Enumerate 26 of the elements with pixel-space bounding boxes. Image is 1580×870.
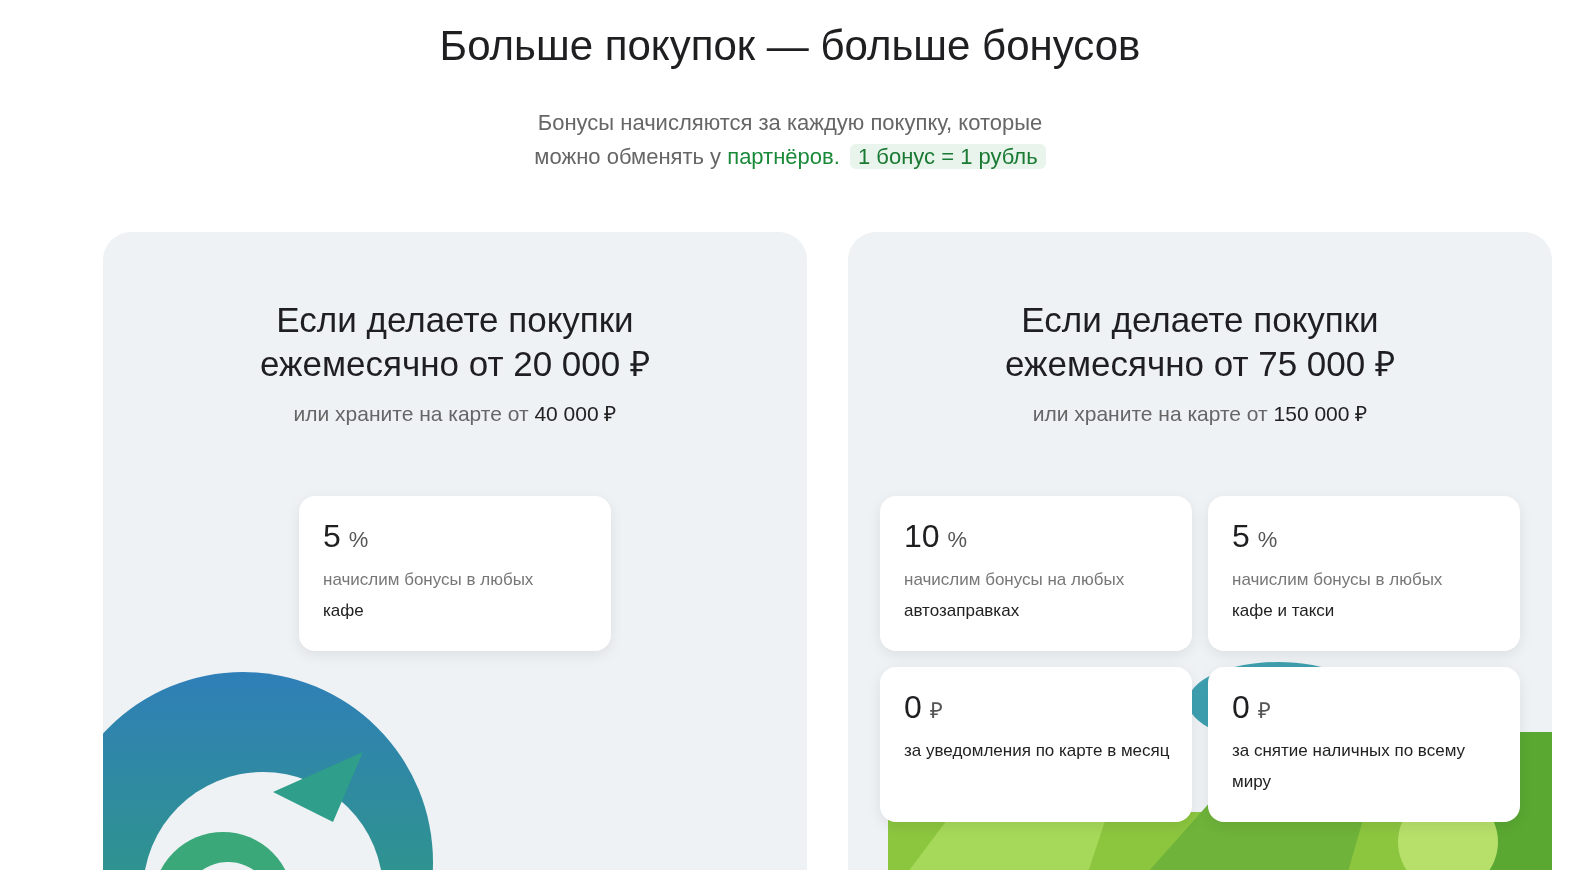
tile-unit: % bbox=[947, 525, 968, 554]
tile-note: начислим бонусы в любых bbox=[1232, 568, 1444, 591]
tile-unit: % bbox=[1257, 525, 1278, 554]
tile-text: кафе и такси bbox=[1232, 599, 1336, 622]
partners-link[interactable]: партнёров. bbox=[727, 144, 840, 169]
tile-value: 0 bbox=[1232, 687, 1250, 727]
tile-value: 5 bbox=[1232, 516, 1250, 556]
tile-value: 0 bbox=[904, 687, 922, 727]
tile-text: кафе bbox=[323, 599, 365, 622]
tile-note: начислим бонусы на любых bbox=[904, 568, 1126, 591]
page-title: Больше покупок — больше бонусов bbox=[439, 21, 1141, 71]
tile-unit: ₽ bbox=[1257, 696, 1271, 725]
tile-text: за уведомления по карте в месяц bbox=[904, 739, 1171, 762]
tile-value: 5 bbox=[323, 516, 341, 556]
plan-condition: или храните на карте от 40 000 ₽ bbox=[293, 401, 617, 427]
tile-unit: % bbox=[348, 525, 369, 554]
bonus-rate-badge: 1 бонус = 1 рубль bbox=[850, 144, 1046, 169]
tile-note: начислим бонусы в любых bbox=[323, 568, 535, 591]
tile-value: 10 bbox=[904, 516, 940, 556]
tile-unit: ₽ bbox=[929, 696, 943, 725]
plan-heading: Если делаете покупки ежемесячно от 75 000 ₽ bbox=[1004, 299, 1396, 385]
tile-text: за снятие наличных по всему миру bbox=[1232, 739, 1467, 793]
tile-text: автозаправках bbox=[904, 599, 1021, 622]
plan-heading: Если делаете покупки ежемесячно от 20 000 ₽ bbox=[259, 299, 651, 385]
subtitle: Бонусы начисляются за каждую покупку, которые можно обменять у партнёров. 1 бонус = 1 рубль bbox=[510, 106, 1070, 174]
plan-condition: или храните на карте от 150 000 ₽ bbox=[1032, 401, 1368, 427]
